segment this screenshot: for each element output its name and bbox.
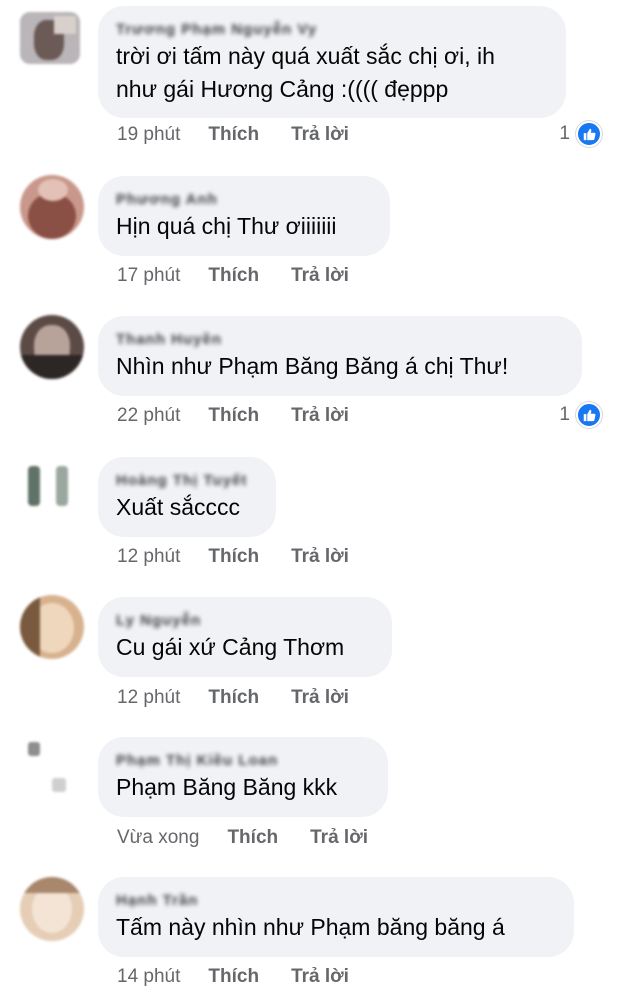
avatar[interactable] (20, 315, 84, 379)
reply-button[interactable]: Trả lời (291, 265, 349, 287)
like-button[interactable]: Thích (227, 827, 278, 849)
comment-actions: 22 phút Thích Trả lời (117, 405, 349, 427)
comment-author[interactable]: Ly Nguyễn (116, 611, 201, 631)
comment-actions: 17 phút Thích Trả lời (117, 265, 349, 287)
comment-time[interactable]: 12 phút (117, 546, 180, 568)
reaction-count[interactable]: 1 (559, 402, 602, 428)
comment-time[interactable]: 12 phút (117, 687, 180, 709)
avatar[interactable] (20, 877, 84, 941)
comment-actions: 14 phút Thích Trả lời (117, 966, 349, 988)
comment-bubble: Trương Phạm Nguyễn Vy trời ơi tấm này qu… (98, 6, 566, 118)
avatar[interactable] (20, 175, 84, 239)
comment-author[interactable]: Trương Phạm Nguyễn Vy (116, 20, 317, 40)
comment-text: Cu gái xứ Cảng Thơm (116, 634, 345, 660)
reaction-number: 1 (559, 404, 570, 425)
like-button[interactable]: Thích (208, 265, 259, 287)
comment-author[interactable]: Phương Anh (116, 190, 218, 210)
comment-thread: Trương Phạm Nguyễn Vy trời ơi tấm này qu… (0, 0, 620, 989)
avatar-photo-detail (54, 16, 76, 34)
reaction-number: 1 (559, 123, 570, 144)
avatar-photo-detail (56, 466, 68, 506)
like-button[interactable]: Thích (208, 966, 259, 988)
comment-author[interactable]: Hạnh Trần (116, 891, 198, 911)
reaction-count[interactable]: 1 (559, 121, 602, 147)
reply-button[interactable]: Trả lời (291, 405, 349, 427)
comment-time[interactable]: 17 phút (117, 265, 180, 287)
like-button[interactable]: Thích (208, 405, 259, 427)
comment-bubble: Hạnh Trần Tấm này nhìn như Phạm băng băn… (98, 877, 574, 957)
reply-button[interactable]: Trả lời (291, 966, 349, 988)
comment-bubble: Ly Nguyễn Cu gái xứ Cảng Thơm (98, 597, 392, 677)
comment-text: Xuất sắcccc (116, 494, 240, 520)
comment-actions: 12 phút Thích Trả lời (117, 546, 349, 568)
avatar-photo-detail (52, 778, 66, 792)
avatar[interactable] (20, 738, 80, 800)
comment-time[interactable]: Vừa xong (117, 827, 199, 849)
avatar[interactable] (20, 12, 80, 64)
reply-button[interactable]: Trả lời (291, 546, 349, 568)
avatar-photo-detail (20, 355, 84, 379)
comment-time[interactable]: 14 phút (117, 966, 180, 988)
comment-actions: 19 phút Thích Trả lời (117, 124, 349, 146)
like-button[interactable]: Thích (208, 546, 259, 568)
reply-button[interactable]: Trả lời (310, 827, 368, 849)
avatar-photo-detail (20, 595, 40, 659)
comment-text: Hịn quá chị Thư ơiiiiiii (116, 213, 337, 239)
comment-text: trời ơi tấm này quá xuất sắc chị ơi, ih (116, 43, 495, 69)
comment-actions: Vừa xong Thích Trả lời (117, 827, 368, 849)
comment-bubble: Hoàng Thị Tuyết Xuất sắcccc (98, 457, 276, 537)
avatar[interactable] (20, 462, 80, 510)
like-button[interactable]: Thích (208, 687, 259, 709)
avatar-photo-detail (38, 179, 68, 201)
comment-text: Nhìn như Phạm Băng Băng á chị Thư! (116, 353, 509, 379)
avatar-photo-detail (20, 877, 84, 893)
thumbs-up-icon (576, 121, 602, 147)
comment-author[interactable]: Hoàng Thị Tuyết (116, 471, 247, 491)
comment-author[interactable]: Thanh Huyền (116, 330, 222, 350)
comment-bubble: Phương Anh Hịn quá chị Thư ơiiiiiii (98, 176, 390, 256)
comment-text: Tấm này nhìn như Phạm băng băng á (116, 914, 505, 940)
comment-bubble: Thanh Huyền Nhìn như Phạm Băng Băng á ch… (98, 316, 582, 396)
comment-text: Phạm Băng Băng kkk (116, 774, 338, 800)
comment-bubble: Phạm Thị Kiều Loan Phạm Băng Băng kkk (98, 737, 388, 817)
comment-actions: 12 phút Thích Trả lời (117, 687, 349, 709)
avatar[interactable] (20, 595, 84, 659)
comment-time[interactable]: 22 phút (117, 405, 180, 427)
comment-time[interactable]: 19 phút (117, 124, 180, 146)
comment-author[interactable]: Phạm Thị Kiều Loan (116, 751, 278, 771)
like-button[interactable]: Thích (208, 124, 259, 146)
reply-button[interactable]: Trả lời (291, 124, 349, 146)
reply-button[interactable]: Trả lời (291, 687, 349, 709)
avatar-photo-detail (28, 742, 40, 756)
avatar-photo-detail (28, 466, 40, 506)
thumbs-up-icon (576, 402, 602, 428)
comment-text: như gái Hương Cảng :(((( đẹppp (116, 76, 449, 102)
